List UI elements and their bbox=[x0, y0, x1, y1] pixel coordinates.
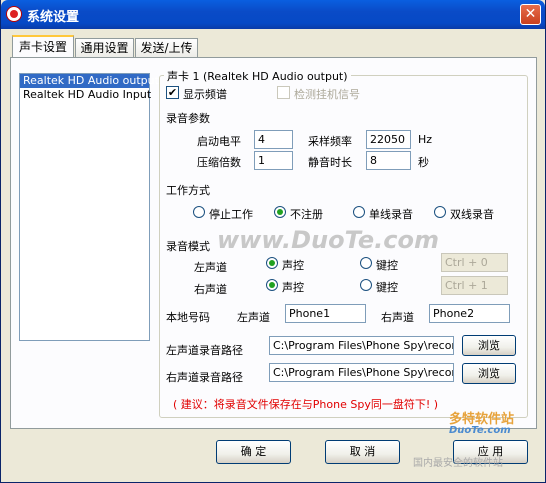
start-level-input[interactable]: 4 bbox=[254, 130, 293, 149]
work-mode-unregistered-radio[interactable] bbox=[274, 206, 286, 218]
tab-sound-card[interactable]: 声卡设置 bbox=[12, 35, 74, 59]
show-spectrum-checkbox[interactable]: ✔ bbox=[166, 86, 179, 99]
silence-unit: 秒 bbox=[418, 156, 429, 169]
left-browse-button[interactable]: 浏览 bbox=[462, 335, 516, 356]
right-key-label: 键控 bbox=[376, 281, 398, 294]
left-key-label: 键控 bbox=[376, 259, 398, 272]
local-number-heading: 本地号码 bbox=[166, 311, 210, 324]
left-path-input[interactable]: C:\Program Files\Phone Spy\record\ bbox=[269, 336, 454, 355]
tab-send-upload[interactable]: 发送/上传 bbox=[135, 38, 198, 58]
local-left-label: 左声道 bbox=[237, 311, 270, 324]
right-path-label: 右声道录音路径 bbox=[166, 371, 243, 384]
work-mode-dual-line-label: 双线录音 bbox=[450, 208, 494, 221]
show-spectrum-label: 显示频谱 bbox=[183, 88, 227, 101]
tab-general[interactable]: 通用设置 bbox=[75, 38, 134, 58]
right-channel-label: 右声道 bbox=[194, 283, 227, 296]
record-mode-heading: 录音模式 bbox=[166, 240, 210, 253]
detect-hook-label: 检测挂机信号 bbox=[294, 88, 360, 101]
detect-hook-checkbox bbox=[277, 86, 290, 99]
start-level-label: 启动电平 bbox=[197, 135, 241, 148]
sample-rate-label: 采样频率 bbox=[308, 135, 352, 148]
right-key-radio[interactable] bbox=[360, 279, 372, 291]
right-path-input[interactable]: C:\Program Files\Phone Spy\record\ bbox=[269, 363, 454, 382]
window-title: 系统设置 bbox=[27, 10, 80, 25]
compress-input[interactable]: 1 bbox=[254, 151, 293, 170]
work-mode-heading: 工作方式 bbox=[166, 184, 210, 197]
list-item[interactable]: Realtek HD Audio Input bbox=[20, 88, 151, 102]
list-item[interactable]: Realtek HD Audio output bbox=[20, 74, 159, 88]
right-hotkey-input: Ctrl + 1 bbox=[441, 276, 508, 295]
right-browse-button[interactable]: 浏览 bbox=[462, 363, 516, 384]
left-key-radio[interactable] bbox=[360, 257, 372, 269]
work-mode-stop-label: 停止工作 bbox=[209, 208, 253, 221]
watermark-site-url: DuoTe.com bbox=[449, 425, 511, 436]
work-mode-dual-line-radio[interactable] bbox=[434, 206, 446, 218]
work-mode-single-line-label: 单线录音 bbox=[369, 208, 413, 221]
dialog-window: 系统设置 ✕ 声卡设置 通用设置 发送/上传 Realtek HD Audio … bbox=[0, 0, 546, 483]
local-right-label: 右声道 bbox=[381, 311, 414, 324]
left-voice-label: 声控 bbox=[282, 259, 304, 272]
left-hotkey-input: Ctrl + 0 bbox=[441, 253, 508, 272]
ok-button[interactable]: 确 定 bbox=[216, 440, 291, 464]
sample-rate-unit: Hz bbox=[418, 133, 433, 146]
device-list[interactable]: Realtek HD Audio output Realtek HD Audio… bbox=[19, 73, 159, 341]
left-voice-radio[interactable] bbox=[266, 257, 278, 269]
watermark-text: www.DuoTe.com bbox=[217, 226, 439, 254]
silence-input[interactable]: 8 bbox=[366, 151, 411, 170]
cancel-button[interactable]: 取 消 bbox=[325, 440, 400, 464]
right-voice-radio[interactable] bbox=[266, 279, 278, 291]
group-title: 声卡 1 (Realtek HD Audio output) bbox=[164, 68, 351, 84]
watermark-tagline: 国内最安全的软件站 bbox=[413, 458, 503, 469]
sample-rate-input[interactable]: 22050 bbox=[366, 130, 411, 149]
silence-label: 静音时长 bbox=[308, 156, 352, 169]
compress-label: 压缩倍数 bbox=[197, 156, 241, 169]
left-channel-label: 左声道 bbox=[194, 261, 227, 274]
work-mode-unregistered-label: 不注册 bbox=[290, 208, 323, 221]
local-left-input[interactable]: Phone1 bbox=[285, 304, 366, 323]
record-params-heading: 录音参数 bbox=[166, 112, 210, 125]
right-voice-label: 声控 bbox=[282, 281, 304, 294]
left-path-label: 左声道录音路径 bbox=[166, 344, 243, 357]
title-bar: 系统设置 ✕ bbox=[1, 0, 545, 29]
hint-text: ( 建议：将录音文件保存在与Phone Spy同一盘符下! ) bbox=[173, 398, 439, 411]
app-icon bbox=[6, 6, 22, 22]
work-mode-single-line-radio[interactable] bbox=[353, 206, 365, 218]
close-button[interactable]: ✕ bbox=[520, 4, 541, 25]
local-right-input[interactable]: Phone2 bbox=[429, 304, 510, 323]
work-mode-stop-radio[interactable] bbox=[193, 206, 205, 218]
